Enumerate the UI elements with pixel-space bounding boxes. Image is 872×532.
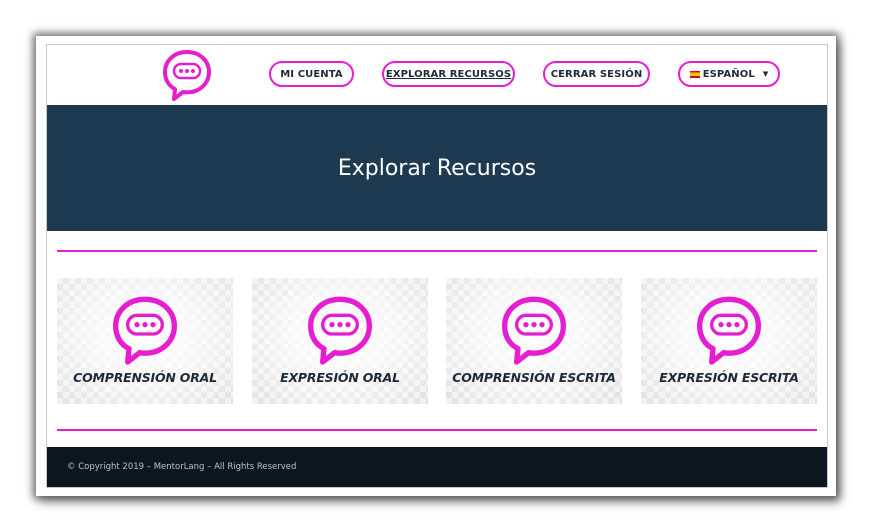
speech-bubble-logo-icon[interactable] <box>161 48 213 102</box>
copyright-text: © Copyright 2019 – MentorLang – All Righ… <box>67 462 297 472</box>
speech-bubble-icon <box>501 296 566 365</box>
resource-card-speaking[interactable]: EXPRESIÓN ORAL <box>252 278 428 404</box>
resource-card-writing[interactable]: EXPRESIÓN ESCRITA <box>641 278 817 404</box>
nav-logout-label: CERRAR SESIÓN <box>550 68 643 80</box>
language-label: ESPAÑOL <box>702 68 755 80</box>
resource-card-label: EXPRESIÓN ORAL <box>280 370 400 385</box>
divider-bottom <box>57 429 817 431</box>
nav-explore-resources-label: EXPLORAR RECURSOS <box>385 68 512 80</box>
speech-bubble-icon <box>307 296 372 365</box>
site-header: MI CUENTA EXPLORAR RECURSOS CERRAR SESIÓ… <box>47 45 827 105</box>
divider-top <box>57 250 817 252</box>
nav-explore-resources-button[interactable]: EXPLORAR RECURSOS <box>382 61 515 87</box>
resource-card-label: EXPRESIÓN ESCRITA <box>659 370 799 385</box>
resource-card-label: COMPRENSIÓN ORAL <box>73 370 217 385</box>
resource-card-listening[interactable]: COMPRENSIÓN ORAL <box>57 278 233 404</box>
caret-down-icon: ▼ <box>762 70 769 78</box>
resource-card-label: COMPRENSIÓN ESCRITA <box>452 370 616 385</box>
page: MI CUENTA EXPLORAR RECURSOS CERRAR SESIÓ… <box>46 44 828 488</box>
site-footer: © Copyright 2019 – MentorLang – All Righ… <box>47 447 827 487</box>
browser-frame: MI CUENTA EXPLORAR RECURSOS CERRAR SESIÓ… <box>36 36 836 496</box>
nav-my-account-button[interactable]: MI CUENTA <box>269 61 354 87</box>
spain-flag-icon <box>689 70 700 78</box>
nav-logout-button[interactable]: CERRAR SESIÓN <box>543 61 650 87</box>
nav-my-account-label: MI CUENTA <box>280 68 343 80</box>
speech-bubble-icon <box>112 296 177 365</box>
language-dropdown[interactable]: ESPAÑOL ▼ <box>678 61 780 87</box>
hero-banner: Explorar Recursos <box>47 105 827 231</box>
page-title: Explorar Recursos <box>337 155 537 181</box>
speech-bubble-icon <box>697 296 761 365</box>
resource-card-reading[interactable]: COMPRENSIÓN ESCRITA <box>446 278 622 404</box>
